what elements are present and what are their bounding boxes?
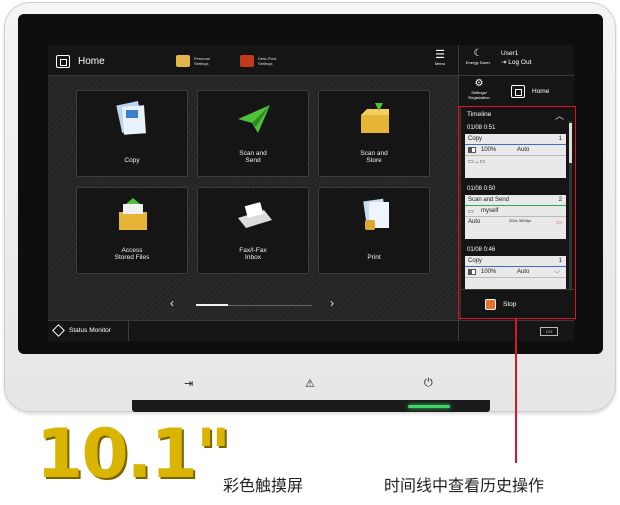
top-bar: Home Personal Settings Dest./Fwd. Settin… [48,45,458,76]
personal-settings-button[interactable]: Personal Settings [176,50,220,71]
fax-machine-icon [238,202,272,228]
tile-fax-inbox-label: Fax/I-Fax Inbox [239,247,267,261]
settings-registration-label: Settings/ Registration [468,90,490,100]
tile-copy-label: Copy [124,157,140,164]
settings-registration-button[interactable]: ⚙ Settings/ Registration [461,78,497,100]
home-label-secondary: Home [532,88,550,95]
personal-settings-icon [176,54,190,67]
power-icon[interactable]: ⏻ [424,377,433,390]
copy-icon [116,101,146,135]
device-base-bar [132,400,490,412]
tile-access-stored[interactable]: Access Stored Files [76,187,188,274]
function-grid: Copy Scan and Send Scan and Store Access… [76,90,442,326]
stored-files-icon [119,198,147,230]
chevron-right-icon[interactable]: › [330,296,334,310]
user-logout-button[interactable]: User1 ⇥ Log Out [501,49,531,67]
counter-check-button[interactable]: 123 [540,327,558,336]
session-panel: ☾ Energy Saver User1 ⇥ Log Out [458,45,574,76]
dest-fwd-settings-label: Dest./Fwd. Settings [258,55,278,66]
home-button[interactable]: Home [56,51,105,71]
tile-print-label: Print [367,254,381,261]
login-icon[interactable]: ⇥ [184,377,193,390]
paper-plane-icon [238,105,270,133]
moon-icon: ☾ [473,48,483,59]
energy-saver-button[interactable]: ☾ Energy Saver [461,48,495,65]
status-bar: Status Monitor 123 [48,320,574,341]
page-indicator: ‹ › [170,296,340,311]
status-led [408,405,450,408]
tile-scan-store-label: Scan and Store [360,150,388,164]
dest-fwd-settings-button[interactable]: Dest./Fwd. Settings [240,50,284,71]
warning-icon: ⚠ [305,378,315,390]
settings-row: ⚙ Settings/ Registration Home [458,76,574,107]
user-name: User1 [501,50,519,57]
folder-box-icon [361,103,389,133]
status-monitor-icon [52,324,65,337]
tile-scan-send[interactable]: Scan and Send [197,90,309,177]
home-label: Home [78,55,105,67]
menu-icon: ☰ [435,49,445,61]
divider [128,321,129,341]
divider [458,321,459,341]
logout-label: Log Out [508,59,532,66]
status-monitor-label: Status Monitor [69,327,111,334]
tile-copy[interactable]: Copy [76,90,188,177]
tile-scan-store[interactable]: Scan and Store [318,90,430,177]
home-icon [56,54,70,68]
personal-settings-label: Personal Settings [194,55,210,66]
callout-leader-line [515,319,517,463]
tile-print[interactable]: Print [318,187,430,274]
print-icon [363,198,389,230]
chevron-left-icon[interactable]: ‹ [170,296,174,310]
home-icon [511,85,525,98]
menu-button[interactable]: ☰ Menu [428,49,452,73]
tile-scan-send-label: Scan and Send [239,150,267,164]
dest-settings-icon [240,54,254,67]
status-monitor-button[interactable]: Status Monitor [52,324,111,337]
energy-saver-label: Energy Saver [465,60,491,65]
tile-fax-inbox[interactable]: Fax/I-Fax Inbox [197,187,309,274]
page-thumb [196,304,228,306]
touchscreen-caption: 彩色触摸屏 [223,478,304,495]
screen-size-headline: 10.1" [36,415,231,494]
timeline-caption: 时间线中查看历史操作 [384,478,545,495]
gear-icon: ⚙ [474,78,484,89]
timeline-highlight-frame [458,106,576,319]
home-button-secondary[interactable]: Home [511,85,549,98]
tile-access-stored-label: Access Stored Files [114,247,150,261]
menu-label: Menu [434,61,445,66]
